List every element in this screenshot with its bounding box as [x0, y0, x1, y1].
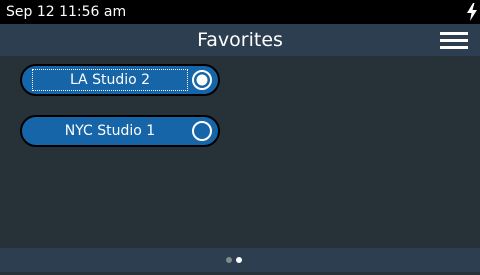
- page-dot-1[interactable]: [226, 257, 232, 263]
- favorite-item-la-studio-2[interactable]: LA Studio 2: [20, 64, 220, 96]
- status-datetime: Sep 12 11:56 am: [6, 4, 127, 20]
- menu-line: [440, 39, 468, 42]
- hamburger-menu-icon[interactable]: [440, 29, 468, 51]
- footer-bar: [0, 248, 480, 272]
- favorite-item-nyc-studio-1[interactable]: NYC Studio 1: [20, 115, 220, 147]
- page-indicator: [226, 257, 246, 263]
- favorite-item-label: LA Studio 2: [32, 69, 188, 91]
- favorites-list: LA Studio 2 NYC Studio 1: [20, 64, 220, 166]
- menu-line: [440, 32, 468, 35]
- radio-unselected-icon[interactable]: [191, 120, 213, 142]
- favorite-item-label: NYC Studio 1: [64, 123, 156, 139]
- radio-selected-icon[interactable]: [191, 69, 213, 91]
- menu-line: [440, 46, 468, 49]
- status-bar: Sep 12 11:56 am: [0, 0, 480, 24]
- page-title: Favorites: [197, 29, 283, 51]
- page-dot-2-active[interactable]: [236, 257, 242, 263]
- charging-bolt-icon: [467, 3, 477, 21]
- header-bar: Favorites: [0, 24, 480, 56]
